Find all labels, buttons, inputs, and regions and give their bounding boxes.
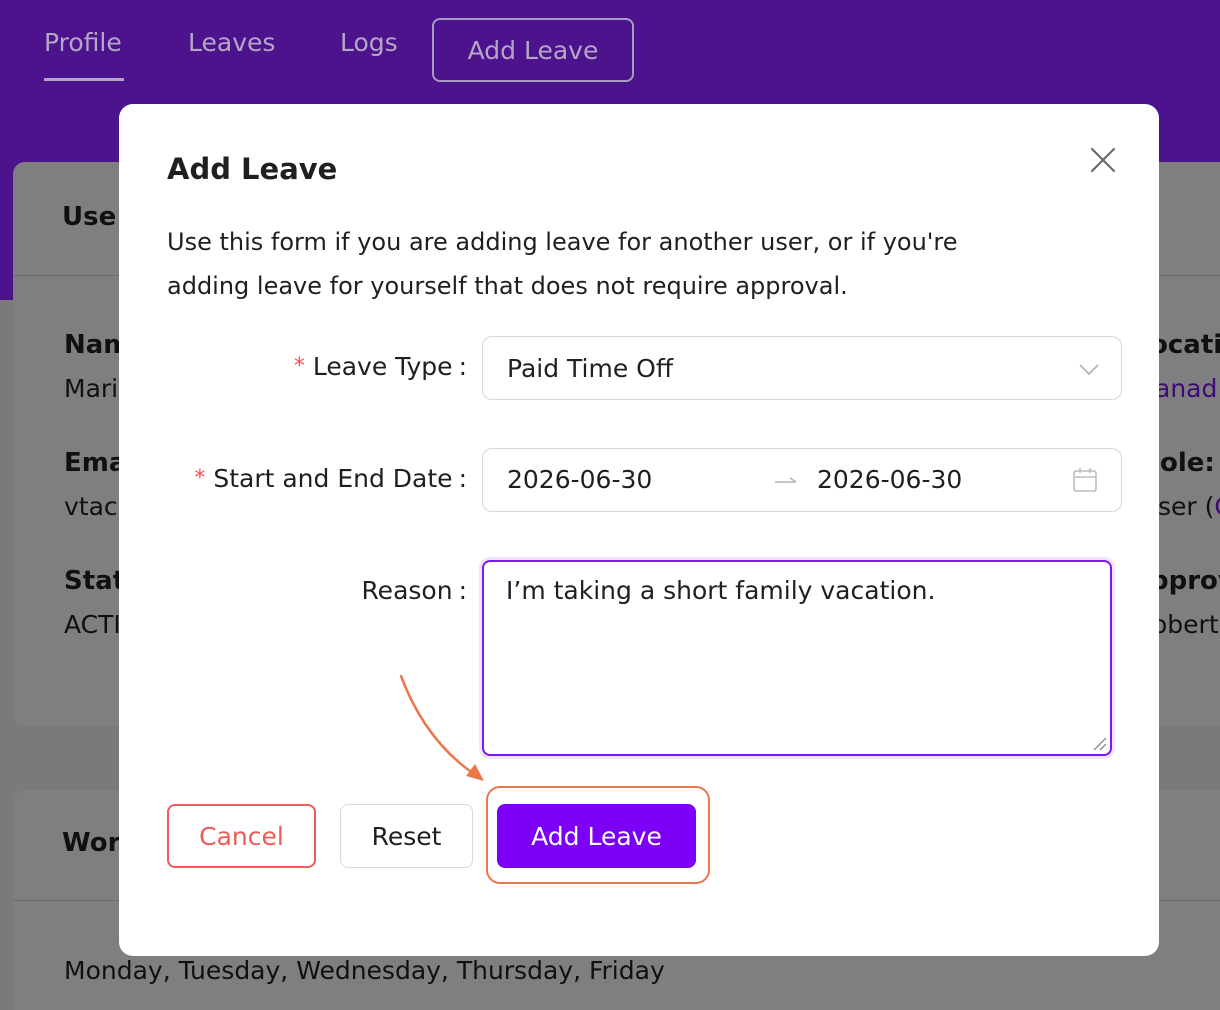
email-label: Ema (64, 448, 127, 478)
location-value[interactable]: anad (1155, 374, 1217, 403)
date-range-picker[interactable]: 2026-06-30 2026-06-30 (482, 448, 1122, 512)
work-card-title: Wor (62, 828, 121, 858)
name-value: Mari (64, 374, 119, 403)
approver-value: obert (1152, 610, 1219, 639)
arrow-right-icon (775, 477, 797, 483)
calendar-icon[interactable] (1071, 466, 1099, 494)
description-line: adding leave for yourself that does not … (167, 272, 848, 300)
close-button[interactable] (1083, 140, 1123, 180)
reason-text: I’m taking a short family vacation. (506, 576, 936, 605)
tab-profile[interactable]: Profile (44, 28, 122, 57)
status-value: ACTI (64, 610, 121, 639)
required-asterisk: * (194, 466, 206, 491)
role-value: ser (C (1158, 492, 1220, 521)
tab-leaves[interactable]: Leaves (188, 28, 275, 57)
user-card-title: Use (62, 202, 117, 232)
active-tab-underline (44, 78, 124, 81)
approver-label: pprov (1150, 566, 1220, 596)
top-nav: Profile Leaves Logs Add Leave (0, 0, 1220, 100)
add-leave-submit-button[interactable]: Add Leave (497, 804, 696, 868)
required-asterisk: * (293, 354, 305, 379)
tab-logs[interactable]: Logs (340, 28, 398, 57)
reason-textarea[interactable]: I’m taking a short family vacation. (482, 560, 1112, 756)
date-range-label: * Start and End Date: (194, 464, 467, 493)
add-leave-modal: Add Leave Use this form if you are addin… (119, 104, 1159, 956)
role-label: ole: (1160, 448, 1215, 478)
leave-type-select[interactable]: Paid Time Off (482, 336, 1122, 400)
modal-description: Use this form if you are adding leave fo… (167, 220, 1067, 308)
end-date-input[interactable]: 2026-06-30 (817, 465, 962, 494)
close-icon (1090, 147, 1116, 173)
status-label: Stat (64, 566, 126, 596)
description-line: Use this form if you are adding leave fo… (167, 228, 958, 256)
leave-type-value: Paid Time Off (507, 353, 674, 383)
start-date-input[interactable]: 2026-06-30 (507, 465, 652, 494)
work-days-text: Monday, Tuesday, Wednesday, Thursday, Fr… (64, 956, 665, 985)
resize-handle-icon[interactable] (1091, 735, 1107, 751)
modal-title: Add Leave (167, 152, 338, 186)
reason-label: Reason: (361, 576, 467, 605)
email-value: vtac (64, 492, 118, 521)
chevron-down-icon (1079, 364, 1099, 376)
reset-button[interactable]: Reset (340, 804, 473, 868)
cancel-button[interactable]: Cancel (167, 804, 316, 868)
nav-add-leave-button[interactable]: Add Leave (432, 18, 634, 82)
location-label: ocati (1150, 330, 1220, 360)
leave-type-label: * Leave Type: (293, 352, 467, 381)
